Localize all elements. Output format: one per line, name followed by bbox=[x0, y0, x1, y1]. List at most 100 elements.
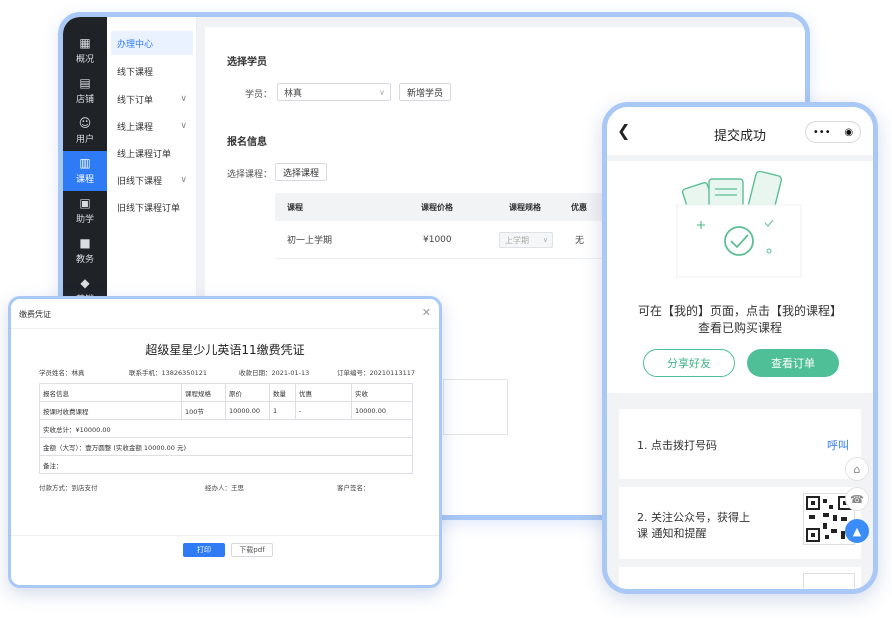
section-title-enroll: 报名信息 bbox=[227, 137, 267, 148]
step1-text: 1. 点击拨打号码 bbox=[637, 439, 717, 452]
choose-course-button[interactable]: 选择课程 bbox=[275, 163, 327, 181]
row-price: ¥1000 bbox=[423, 234, 452, 245]
course-table-header: 课程 课程价格 课程规格 优惠 bbox=[275, 193, 605, 221]
item-price: 10000.00 bbox=[225, 401, 270, 420]
rail-item-overview[interactable]: ▦ 概况 bbox=[63, 31, 107, 71]
more-icon[interactable]: ••• bbox=[813, 127, 831, 138]
receipt-order-no: 订单编号：20210113117 bbox=[337, 369, 415, 377]
tag-icon: ◆ bbox=[80, 276, 90, 290]
divider bbox=[607, 155, 873, 161]
th-price: 课程价格 bbox=[421, 202, 453, 212]
receipt-signature: 客户签名： bbox=[337, 484, 370, 492]
chevron-down-icon: ∨ bbox=[180, 175, 187, 185]
success-message-line2: 查看已购买课程 bbox=[697, 321, 782, 335]
th-received: 实收 bbox=[351, 383, 413, 402]
divider bbox=[11, 535, 439, 536]
phone-navbar: ❮ 提交成功 ••• ◉ bbox=[607, 107, 873, 155]
rail-item-study[interactable]: ▣ 助学 bbox=[63, 191, 107, 231]
submenu-item-old-offline-order[interactable]: 旧线下课程订单 bbox=[111, 195, 193, 219]
qr-code-icon bbox=[803, 573, 855, 589]
th-discount: 优惠 bbox=[571, 202, 587, 212]
th-spec: 课程规格 bbox=[181, 383, 226, 402]
receipt-modal: 缴费凭证 ✕ 超级星星少儿英语11缴费凭证 学员姓名：林真 联系手机：13826… bbox=[8, 296, 442, 588]
close-icon[interactable]: ✕ bbox=[422, 306, 431, 319]
student-label: 学员： bbox=[245, 90, 273, 100]
student-select[interactable]: 林真 ∨ bbox=[277, 83, 391, 101]
row-discount[interactable]: 无 bbox=[575, 221, 584, 258]
step-card-next bbox=[619, 567, 861, 589]
service-icon[interactable]: ▲ bbox=[845, 519, 869, 543]
submenu-item-online-course[interactable]: 线上课程 ∨ bbox=[111, 114, 193, 138]
receipt-total: 实收总计：¥10000.00 bbox=[39, 419, 413, 438]
step-card-call: 1. 点击拨打号码 呼叫 bbox=[619, 409, 861, 479]
chart-icon: ▦ bbox=[79, 36, 91, 50]
submenu-item-center[interactable]: 办理中心 bbox=[111, 31, 193, 55]
submenu-item-offline-course[interactable]: 线下课程 bbox=[111, 59, 193, 83]
table-row: 报名信息 课程规格 原价 数量 优惠 实收 bbox=[39, 383, 413, 402]
receipt-phone: 联系手机：13826350121 bbox=[129, 369, 207, 377]
success-message-line1: 可在【我的】页面，点击【我的课程】 bbox=[637, 304, 842, 318]
item-discount: - bbox=[295, 401, 352, 420]
item-received: 10000.00 bbox=[351, 401, 413, 420]
th-discount: 优惠 bbox=[295, 383, 352, 402]
receipt-date: 收款日期：2021-01-13 bbox=[239, 369, 310, 377]
add-student-button[interactable]: 新增学员 bbox=[399, 83, 451, 101]
book-icon: ■ bbox=[79, 236, 91, 250]
card-shape bbox=[676, 204, 802, 278]
course-label: 选择课程： bbox=[227, 170, 273, 180]
th-price: 原价 bbox=[225, 383, 270, 402]
chevron-down-icon: ∨ bbox=[542, 236, 548, 244]
gamepad-icon: ▣ bbox=[79, 196, 91, 210]
store-icon: ▤ bbox=[79, 76, 91, 90]
home-icon[interactable]: ⌂ bbox=[845, 457, 869, 481]
submenu-item-old-offline-course[interactable]: 旧线下课程 ∨ bbox=[111, 168, 193, 192]
download-pdf-button[interactable]: 下载pdf bbox=[231, 543, 273, 557]
table-row: 初一上学期 ¥1000 上学期 ∨ 无 bbox=[275, 221, 605, 259]
phone-icon[interactable]: ☎ bbox=[845, 487, 869, 511]
chevron-down-icon: ∨ bbox=[180, 94, 187, 104]
rail-item-academic[interactable]: ■ 教务 bbox=[63, 231, 107, 271]
th-spec: 课程规格 bbox=[509, 202, 541, 212]
submenu-item-online-order[interactable]: 线上课程订单 bbox=[111, 141, 193, 165]
view-order-button[interactable]: 查看订单 bbox=[747, 349, 839, 377]
item-qty: 1 bbox=[269, 401, 296, 420]
phone-frame: ❮ 提交成功 ••• ◉ 可在【我的】页面，点击【我的课程】 查看已购买课程 分… bbox=[602, 102, 878, 594]
rail-item-course[interactable]: ▥ 课程 bbox=[63, 151, 107, 191]
call-link[interactable]: 呼叫 bbox=[827, 437, 849, 453]
rail-item-store[interactable]: ▤ 店铺 bbox=[63, 71, 107, 111]
receipt-heading: 超级星星少儿英语11缴费凭证 bbox=[145, 343, 305, 357]
mini-program-capsule[interactable]: ••• ◉ bbox=[805, 121, 861, 143]
chevron-down-icon: ∨ bbox=[379, 87, 385, 97]
print-button[interactable]: 打印 bbox=[183, 543, 225, 557]
chevron-down-icon: ∨ bbox=[180, 121, 187, 131]
item-spec: 100节 bbox=[181, 401, 226, 420]
spec-select[interactable]: 上学期 ∨ bbox=[499, 232, 553, 248]
table-row: 金额（大写）：壹万圆整 (实收金额 10000.00 元) bbox=[39, 437, 413, 456]
table-row: 备注： bbox=[39, 455, 413, 474]
th-enroll: 报名信息 bbox=[39, 383, 182, 402]
target-icon[interactable]: ◉ bbox=[844, 127, 853, 138]
course-icon: ▥ bbox=[79, 156, 91, 170]
receipt-amount-words: 金额（大写）：壹万圆整 (实收金额 10000.00 元) bbox=[39, 437, 413, 456]
table-row: 实收总计：¥10000.00 bbox=[39, 419, 413, 438]
table-row: 按课时收费课程 100节 10000.00 1 - 10000.00 bbox=[39, 401, 413, 420]
remark-textarea[interactable] bbox=[443, 379, 508, 435]
modal-title: 缴费凭证 bbox=[19, 310, 51, 319]
row-course: 初一上学期 bbox=[287, 236, 333, 246]
receipt-handler: 经办人：王思 bbox=[205, 484, 244, 492]
receipt-table: 报名信息 课程规格 原价 数量 优惠 实收 按课时收费课程 100节 10000… bbox=[39, 383, 413, 474]
success-illustration-icon bbox=[676, 171, 802, 278]
rail-item-users[interactable]: ☺ 用户 bbox=[63, 111, 107, 151]
step2-text-line1: 2. 关注公众号，获得上 bbox=[637, 511, 750, 524]
receipt-remark: 备注： bbox=[39, 455, 413, 474]
step-card-follow: 2. 关注公众号，获得上 课 通知和提醒 bbox=[619, 487, 861, 559]
user-icon: ☺ bbox=[78, 116, 92, 130]
th-course: 课程 bbox=[287, 202, 303, 212]
modal-header: 缴费凭证 ✕ bbox=[11, 299, 439, 329]
share-friends-button[interactable]: 分享好友 bbox=[643, 349, 735, 377]
item-name: 按课时收费课程 bbox=[39, 401, 182, 420]
step2-text-line2: 课 通知和提醒 bbox=[637, 527, 707, 540]
submenu-item-offline-order[interactable]: 线下订单 ∨ bbox=[111, 87, 193, 111]
receipt-student: 学员姓名：林真 bbox=[39, 369, 85, 377]
th-qty: 数量 bbox=[269, 383, 296, 402]
